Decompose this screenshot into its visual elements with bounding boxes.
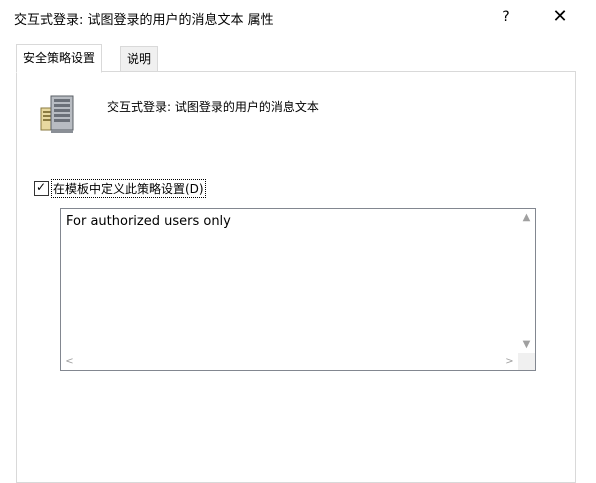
scroll-down-icon[interactable]: ▼	[518, 336, 535, 353]
define-setting-label[interactable]: 在模板中定义此策略设置(D)	[51, 179, 206, 198]
server-policy-icon	[40, 95, 74, 133]
tab-panel: 交互式登录: 试图登录的用户的消息文本 ✓ 在模板中定义此策略设置(D) For…	[16, 71, 576, 483]
scroll-left-icon[interactable]: <	[61, 353, 78, 370]
tab-bar: 安全策略设置 说明	[6, 44, 596, 73]
close-button[interactable]: ✕	[546, 4, 574, 30]
scrollbar-corner	[518, 353, 535, 370]
vertical-scrollbar[interactable]: ▲ ▼	[518, 209, 535, 353]
tab-security-policy-setting[interactable]: 安全策略设置	[16, 44, 103, 73]
message-text[interactable]: For authorized users only	[66, 214, 231, 229]
define-setting-checkbox[interactable]: ✓	[34, 180, 49, 196]
message-textarea[interactable]: For authorized users only ▲ ▼ < >	[60, 208, 536, 371]
policy-name: 交互式登录: 试图登录的用户的消息文本	[107, 100, 319, 114]
help-button[interactable]: ?	[492, 4, 520, 30]
scroll-right-icon[interactable]: >	[501, 353, 518, 370]
tab-explain[interactable]: 说明	[120, 46, 159, 71]
checkmark-icon: ✓	[36, 180, 47, 194]
horizontal-scrollbar[interactable]: < >	[61, 353, 518, 370]
window-title: 交互式登录: 试图登录的用户的消息文本 属性	[14, 13, 274, 28]
properties-dialog: 交互式登录: 试图登录的用户的消息文本 属性 ? ✕ 安全策略设置 说明 交互式…	[6, 0, 596, 483]
scroll-up-icon[interactable]: ▲	[518, 209, 535, 226]
title-bar: 交互式登录: 试图登录的用户的消息文本 属性 ? ✕	[6, 0, 596, 36]
